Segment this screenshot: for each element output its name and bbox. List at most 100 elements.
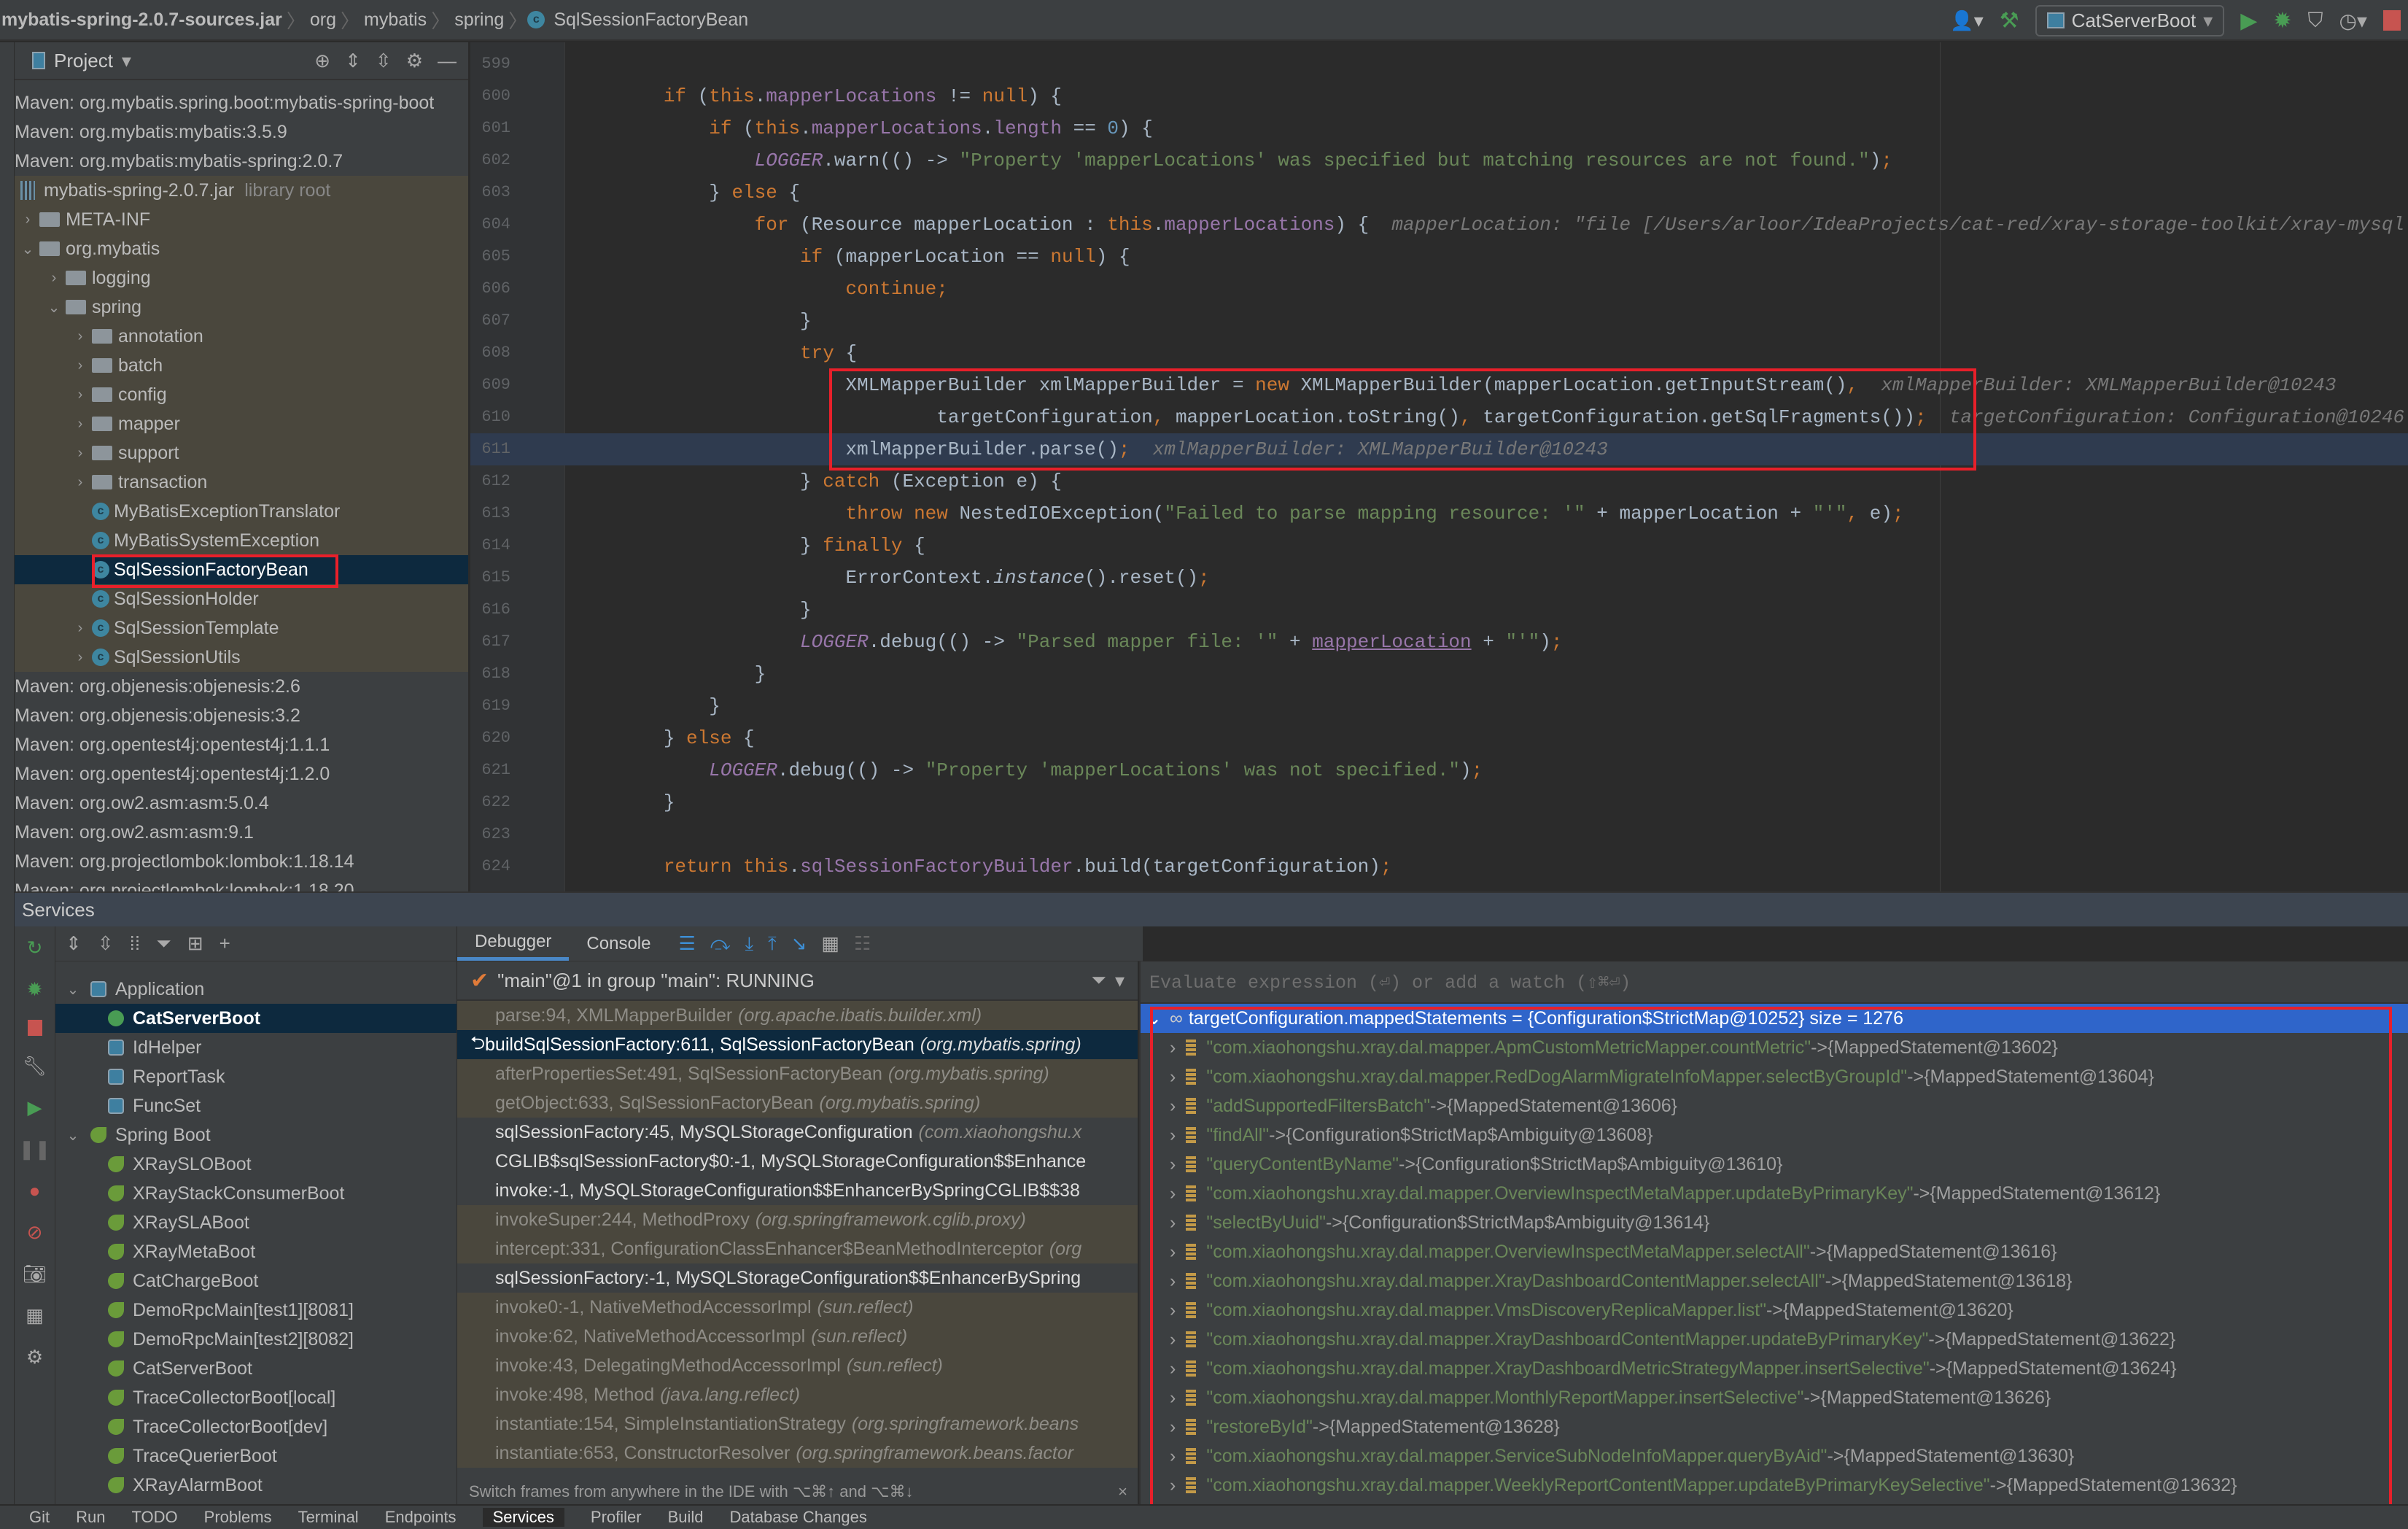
tree-item[interactable]: Maven: org.opentest4j:opentest4j:1.2.0 — [15, 759, 468, 789]
expand-all-icon[interactable]: ⇕ — [66, 932, 82, 955]
variable-entry[interactable]: › "restoreById" -> {MappedStatement@13628… — [1141, 1412, 2408, 1441]
tree-item[interactable]: ⌄ spring — [15, 293, 468, 322]
code-line[interactable]: 608 try { — [470, 337, 2408, 369]
trace-icon[interactable]: ☷ — [854, 932, 871, 955]
chevron-right-icon[interactable]: › — [1170, 1242, 1176, 1263]
service-item[interactable]: ⌄ Spring Boot — [55, 1120, 457, 1150]
service-item[interactable]: TraceCollectorBoot[dev] — [55, 1412, 457, 1441]
variable-entry[interactable]: › "com.xiaohongshu.xray.dal.mapper.Servic… — [1141, 1441, 2408, 1471]
pause-icon[interactable]: ❚❚ — [19, 1138, 51, 1161]
service-item[interactable]: XRayMetaBoot — [55, 1237, 457, 1266]
chevron-right-icon[interactable]: › — [1170, 1212, 1176, 1234]
tree-item[interactable]: Maven: org.objenesis:objenesis:2.6 — [15, 672, 468, 701]
code-line[interactable]: 617 LOGGER.debug(() -> "Parsed mapper fi… — [470, 626, 2408, 658]
bottom-tab-problems[interactable]: Problems — [204, 1508, 272, 1527]
stop-icon[interactable] — [27, 1020, 42, 1036]
breadcrumb-mybatis[interactable]: mybatis — [360, 9, 431, 31]
service-item[interactable]: ReportTask — [55, 1062, 457, 1091]
code-line[interactable]: 615 ErrorContext.instance().reset(); — [470, 562, 2408, 594]
stack-frame[interactable]: invoke:62, NativeMethodAccessorImpl (sun.… — [457, 1322, 1138, 1351]
build-hammer-icon[interactable]: ⚒ — [2000, 8, 2019, 34]
tree-item[interactable]: Maven: org.projectlombok:lombok:1.18.20 — [15, 876, 468, 892]
chevron-right-icon[interactable]: › — [1170, 1096, 1176, 1117]
chevron-right-icon[interactable]: › — [1170, 1037, 1176, 1058]
variable-entry[interactable]: › "com.xiaohongshu.xray.dal.mapper.Overvi… — [1141, 1237, 2408, 1266]
bottom-tab-services[interactable]: Services — [482, 1508, 564, 1527]
service-item[interactable]: DemoRpcMain[test2][8082] — [55, 1325, 457, 1354]
chevron-right-icon[interactable]: › — [1170, 1067, 1176, 1088]
chevron-right-icon[interactable]: › — [73, 416, 88, 433]
tree-item[interactable]: › c SqlSessionTemplate — [15, 613, 468, 643]
stack-frame[interactable]: intercept:331, ConfigurationClassEnhance… — [457, 1234, 1138, 1263]
code-line[interactable]: 613 throw new NestedIOException("Failed … — [470, 498, 2408, 530]
stack-frame[interactable]: getObject:633, SqlSessionFactoryBean (org… — [457, 1088, 1138, 1118]
code-line[interactable]: 600 if (this.mapperLocations != null) { — [470, 80, 2408, 112]
resume-icon[interactable]: ▶ — [28, 1096, 42, 1119]
chevron-down-icon[interactable]: ⌄ — [66, 980, 80, 999]
evaluate-expression-input[interactable]: Evaluate expression (⏎) or add a watch (… — [1141, 961, 2408, 1004]
menu-icon[interactable]: ☰ — [678, 932, 695, 955]
service-item[interactable]: FuncSet — [55, 1091, 457, 1120]
tree-item[interactable]: Maven: org.mybatis:mybatis:3.5.9 — [15, 117, 468, 147]
stack-frame[interactable]: parse:94, XMLMapperBuilder (org.apache.ib… — [457, 1001, 1138, 1030]
stack-frame[interactable]: CGLIB$sqlSessionFactory$0:-1, MySQLStora… — [457, 1147, 1138, 1176]
chevron-right-icon[interactable]: › — [73, 649, 88, 666]
variable-entry[interactable]: › "com.xiaohongshu.xray.dal.mapper.ApmCus… — [1141, 1033, 2408, 1062]
variable-entry[interactable]: › "com.xiaohongshu.xray.dal.mapper.Monthl… — [1141, 1383, 2408, 1412]
step-out-icon[interactable]: ⤒ — [768, 932, 777, 956]
chevron-down-icon[interactable]: ⌄ — [66, 1126, 80, 1145]
service-item[interactable]: CatChargeBoot — [55, 1266, 457, 1296]
tree-item[interactable]: › transaction — [15, 468, 468, 497]
tree-item[interactable]: › META-INF — [15, 205, 468, 234]
chevron-right-icon[interactable]: › — [1170, 1183, 1176, 1204]
tree-item[interactable]: › c SqlSessionUtils — [15, 643, 468, 672]
code-line[interactable]: 619 } — [470, 690, 2408, 722]
chevron-down-icon[interactable]: ▾ — [122, 50, 131, 72]
code-line[interactable]: 618 } — [470, 658, 2408, 690]
bottom-tab-endpoints[interactable]: Endpoints — [385, 1508, 457, 1527]
tree-item[interactable]: Maven: org.ow2.asm:asm:5.0.4 — [15, 789, 468, 818]
chevron-right-icon[interactable]: › — [73, 474, 88, 491]
variable-root[interactable]: ⌄ ∞ targetConfiguration.mappedStatements =… — [1141, 1004, 2408, 1033]
step-into-icon[interactable]: ⤓ — [745, 932, 754, 956]
bottom-tab-build[interactable]: Build — [668, 1508, 704, 1527]
breadcrumb-spring[interactable]: spring — [450, 9, 508, 31]
chevron-right-icon[interactable]: › — [1170, 1387, 1176, 1409]
code-line[interactable]: 604 for (Resource mapperLocation : this.… — [470, 209, 2408, 241]
project-view-select[interactable]: Project — [54, 50, 113, 72]
code-line[interactable]: 610 targetConfiguration, mapperLocation.… — [470, 401, 2408, 433]
gear-icon[interactable]: ⚙ — [406, 50, 423, 72]
code-line[interactable]: 623 — [470, 818, 2408, 851]
filter-icon[interactable]: ⏷ — [156, 932, 171, 956]
chevron-right-icon[interactable]: › — [1170, 1475, 1176, 1496]
chevron-right-icon[interactable]: › — [1170, 1154, 1176, 1175]
chevron-right-icon[interactable]: › — [1170, 1125, 1176, 1146]
service-item[interactable]: TraceQuerierBoot — [55, 1441, 457, 1471]
collapse-all-icon[interactable]: ⇳ — [98, 932, 114, 955]
chevron-down-icon[interactable]: ⌄ — [20, 240, 35, 258]
variable-entry[interactable]: › "com.xiaohongshu.xray.dal.mapper.VmsDis… — [1141, 1296, 2408, 1325]
code-line[interactable]: 605 if (mapperLocation == null) { — [470, 241, 2408, 273]
chevron-right-icon[interactable]: › — [47, 270, 61, 287]
run-to-cursor-icon[interactable]: ↘ — [791, 932, 807, 955]
chevron-right-icon[interactable]: › — [73, 328, 88, 345]
tree-item[interactable]: mybatis-spring-2.0.7.jar library root — [15, 176, 468, 205]
chevron-right-icon[interactable]: › — [73, 357, 88, 374]
variable-entry[interactable]: › "queryContentByName" -> {Configuration$… — [1141, 1150, 2408, 1179]
variable-entry[interactable]: › "addSupportedFiltersBatch" -> {MappedSt… — [1141, 1091, 2408, 1120]
chevron-right-icon[interactable]: › — [20, 212, 35, 228]
breadcrumb-jar[interactable]: mybatis-spring-2.0.7-sources.jar — [0, 9, 287, 31]
bottom-tab-database-changes[interactable]: Database Changes — [730, 1508, 867, 1527]
service-item[interactable]: XRayStackConsumerBoot — [55, 1179, 457, 1208]
code-line[interactable]: 624 return this.sqlSessionFactoryBuilder… — [470, 851, 2408, 883]
service-item[interactable]: DemoRpcMain[test1][8081] — [55, 1296, 457, 1325]
variable-entry[interactable]: › "com.xiaohongshu.xray.dal.mapper.XrayDa… — [1141, 1266, 2408, 1296]
tree-item[interactable]: Maven: org.mybatis:mybatis-spring:2.0.7 — [15, 147, 468, 176]
code-line[interactable]: 616 } — [470, 594, 2408, 626]
stack-frame[interactable]: instantiate:154, SimpleInstantiationStra… — [457, 1409, 1138, 1439]
tree-item[interactable]: ⌄ org.mybatis — [15, 234, 468, 263]
tree-item[interactable]: › config — [15, 380, 468, 409]
tab-console[interactable]: Console — [569, 926, 668, 961]
chevron-right-icon[interactable]: › — [73, 387, 88, 403]
chevron-right-icon[interactable]: › — [1170, 1329, 1176, 1350]
